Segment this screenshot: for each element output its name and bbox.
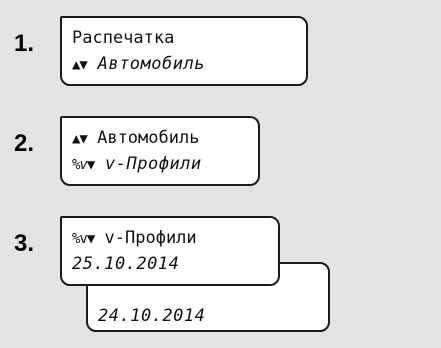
display-line-1: %v▼ v-Профили xyxy=(72,228,197,249)
display-step-2: ▲▼ Автомобиль %v▼ v-Профили xyxy=(60,116,260,186)
step-number-2: 2. xyxy=(14,130,35,157)
vehicle-arrows-icon: ▲▼ xyxy=(72,57,88,73)
display-line-1: Распечатка xyxy=(72,28,174,49)
display-step-1: Распечатка ▲▼ Автомобиль xyxy=(60,16,308,86)
menu-title: Распечатка xyxy=(72,28,175,48)
menu-title: Автомобиль xyxy=(86,128,200,148)
step-number-3: 3. xyxy=(14,230,35,257)
display-line-2: 25.10.2014 xyxy=(72,254,179,274)
display-line-1: ▲▼ Автомобиль xyxy=(72,128,199,149)
vehicle-arrows-icon: ▲▼ xyxy=(72,131,88,147)
menu-option: Автомобиль xyxy=(86,54,205,74)
display-line-2: ▲▼ Автомобиль xyxy=(72,54,205,75)
speed-profile-icon: %v▼ xyxy=(72,157,95,173)
display-step-3: %v▼ v-Профили 25.10.2014 xyxy=(60,216,280,286)
date-option: 24.10.2014 xyxy=(98,306,206,326)
speed-profile-icon: %v▼ xyxy=(72,231,95,247)
display-line-3: 24.10.2014 xyxy=(98,306,205,326)
display-line-2: %v▼ v-Профили xyxy=(72,154,202,175)
menu-title: v-Профили xyxy=(94,228,197,248)
menu-option: v-Профили xyxy=(94,154,202,174)
date-option: 25.10.2014 xyxy=(72,254,180,274)
step-number-1: 1. xyxy=(14,30,35,57)
